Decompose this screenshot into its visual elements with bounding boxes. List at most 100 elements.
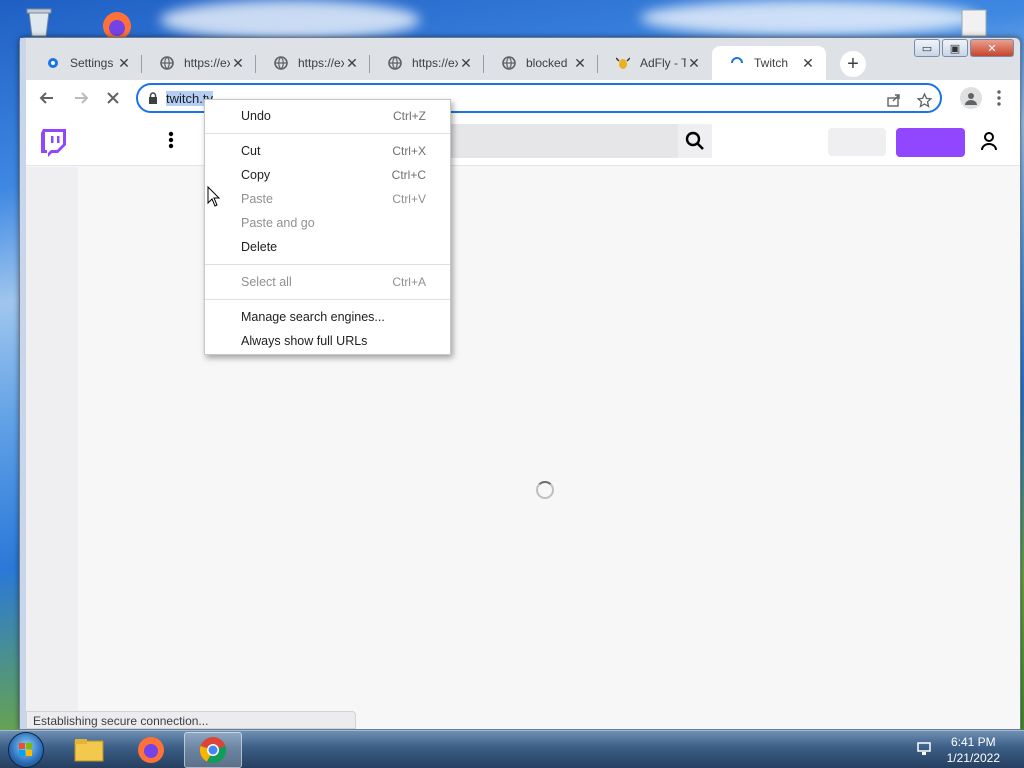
menu-item-undo[interactable]: Undo Ctrl+Z	[205, 104, 450, 128]
clock-date: 1/21/2022	[946, 751, 1000, 765]
menu-item-manage-search-engines[interactable]: Manage search engines...	[205, 305, 450, 329]
loading-spinner	[536, 481, 554, 499]
user-icon[interactable]	[980, 131, 998, 151]
menu-divider	[205, 299, 450, 300]
menu-item-always-show-full-urls[interactable]: Always show full URLs	[205, 329, 450, 353]
menu-item-shortcut: Ctrl+A	[392, 275, 426, 289]
tab-adfly[interactable]: AdFly - T ✕	[598, 46, 712, 80]
loading-spinner-icon	[730, 56, 744, 70]
menu-item-label: Paste	[241, 192, 273, 206]
network-icon[interactable]	[916, 741, 932, 757]
close-icon[interactable]: ✕	[230, 55, 246, 72]
taskbar: 6:41 PM 1/21/2022	[0, 730, 1024, 768]
start-button[interactable]	[8, 732, 44, 768]
menu-divider	[205, 133, 450, 134]
taskbar-firefox[interactable]	[122, 732, 180, 768]
menu-item-label: Copy	[241, 168, 271, 182]
tab-title: Settings	[70, 56, 114, 70]
globe-icon	[388, 56, 402, 70]
tab-blocked[interactable]: blocked ✕	[484, 46, 598, 80]
menu-item-copy[interactable]: Copy Ctrl+C	[205, 163, 450, 187]
search-icon	[685, 131, 704, 150]
close-icon[interactable]: ✕	[344, 55, 360, 72]
menu-item-shortcut: Ctrl+Z	[393, 109, 426, 123]
menu-item-cut[interactable]: Cut Ctrl+X	[205, 139, 450, 163]
tab-twitch[interactable]: Twitch ✕	[712, 46, 826, 80]
maximize-button[interactable]: ▣	[942, 39, 968, 57]
tab-settings[interactable]: Settings ✕	[28, 46, 142, 80]
twitch-search-button[interactable]	[678, 124, 712, 158]
globe-icon	[274, 56, 288, 70]
globe-icon	[502, 56, 516, 70]
menu-item-paste[interactable]: Paste Ctrl+V	[205, 187, 450, 211]
mouse-cursor-icon	[207, 186, 221, 207]
forward-button[interactable]	[66, 83, 96, 113]
menu-item-label: Select all	[241, 275, 292, 289]
menu-item-paste-and-go[interactable]: Paste and go	[205, 211, 450, 235]
firefox-desktop-icon[interactable]	[94, 6, 140, 40]
close-icon[interactable]: ✕	[572, 55, 588, 72]
gear-icon	[46, 56, 60, 70]
menu-item-label: Paste and go	[241, 216, 315, 230]
chrome-icon	[199, 737, 227, 764]
bookmark-button[interactable]	[912, 88, 936, 112]
more-options-button[interactable]	[168, 130, 174, 156]
address-bar-actions	[882, 88, 936, 112]
twitch-logo-icon[interactable]	[40, 129, 66, 157]
tab-title: blocked	[526, 56, 568, 70]
toolbar-right	[960, 83, 1012, 113]
profile-button[interactable]	[960, 87, 982, 109]
twitch-sidebar	[26, 167, 78, 729]
taskbar-chrome[interactable]	[184, 732, 242, 768]
star-icon	[916, 92, 932, 108]
tab-title: https://ex	[184, 56, 230, 70]
context-menu: Undo Ctrl+Z Cut Ctrl+X Copy Ctrl+C Paste Ctr…	[204, 99, 451, 355]
arrow-left-icon	[39, 92, 53, 104]
back-button[interactable]	[32, 83, 62, 113]
menu-item-label: Delete	[241, 240, 278, 254]
kebab-menu-icon	[168, 131, 174, 149]
tab-title: Twitch	[754, 56, 789, 70]
kebab-menu-icon	[997, 90, 1001, 106]
close-icon[interactable]: ✕	[686, 55, 702, 72]
taskbar-clock[interactable]: 6:41 PM 1/21/2022	[947, 734, 1000, 766]
browser-toolbar: twitch.tv	[26, 80, 1020, 116]
recycle-bin-icon[interactable]	[22, 4, 56, 38]
twitch-navbar	[26, 116, 1020, 166]
login-button[interactable]	[828, 128, 886, 156]
twitch-search-input[interactable]	[426, 124, 678, 158]
globe-icon	[160, 56, 174, 70]
signup-button[interactable]	[896, 128, 965, 157]
page-content: Establishing secure connection...	[26, 116, 1020, 729]
tab-https-3[interactable]: https://ex ✕	[370, 46, 484, 80]
tab-title: https://ex	[298, 56, 344, 70]
new-tab-button[interactable]: +	[840, 51, 866, 77]
menu-item-select-all[interactable]: Select all Ctrl+A	[205, 270, 450, 294]
menu-item-shortcut: Ctrl+V	[392, 192, 426, 206]
tab-title: AdFly - T	[640, 56, 686, 70]
stop-loading-button[interactable]	[98, 83, 128, 113]
menu-item-label: Undo	[241, 109, 271, 123]
close-window-button[interactable]: ✕	[970, 39, 1014, 57]
desktop-cloud	[160, 0, 420, 40]
desktop-file-icon[interactable]	[956, 8, 992, 38]
menu-divider	[205, 264, 450, 265]
menu-item-shortcut: Ctrl+X	[392, 144, 426, 158]
close-icon[interactable]: ✕	[116, 55, 132, 72]
close-icon[interactable]: ✕	[458, 55, 474, 72]
lock-icon[interactable]	[148, 92, 158, 104]
menu-item-delete[interactable]: Delete	[205, 235, 450, 259]
tab-https-1[interactable]: https://ex ✕	[142, 46, 256, 80]
firefox-icon	[138, 737, 164, 763]
desktop-cloud	[640, 0, 980, 36]
stop-icon	[107, 92, 119, 104]
close-icon[interactable]: ✕	[800, 55, 816, 72]
tab-strip: Settings ✕ https://ex ✕ https://ex ✕ htt…	[28, 44, 930, 80]
clock-time: 6:41 PM	[950, 735, 996, 749]
tab-https-2[interactable]: https://ex ✕	[256, 46, 370, 80]
file-explorer-icon	[74, 739, 104, 762]
taskbar-file-explorer[interactable]	[60, 732, 118, 768]
menu-item-label: Cut	[241, 144, 261, 158]
menu-button[interactable]	[986, 83, 1012, 113]
share-button[interactable]	[882, 88, 906, 112]
